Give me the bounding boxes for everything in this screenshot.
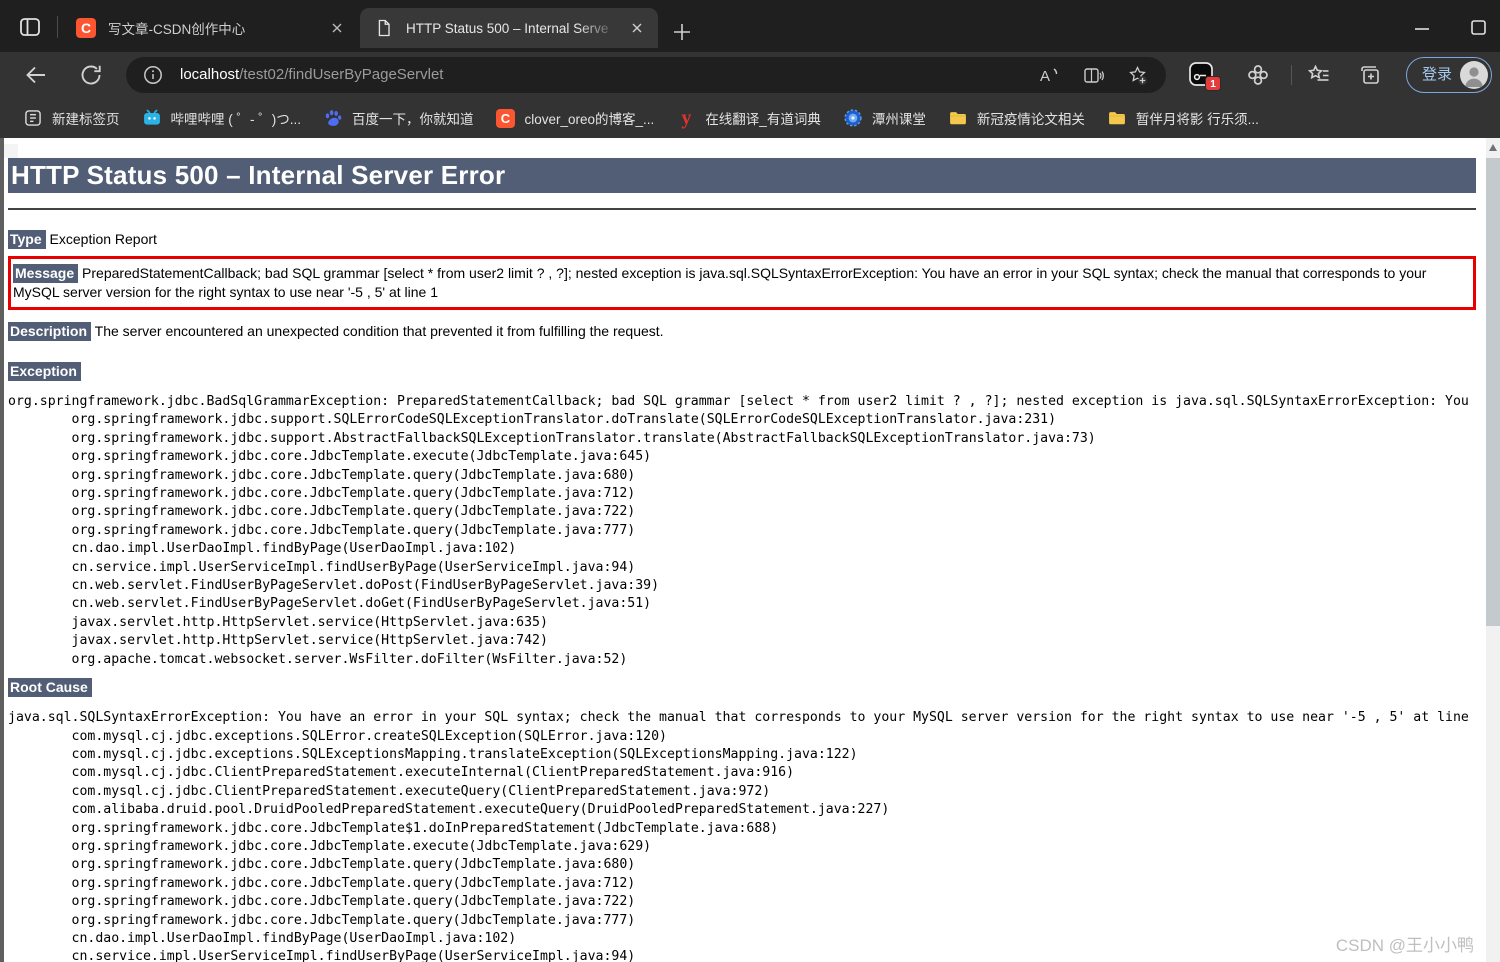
extension-badge: 1 <box>1205 76 1221 91</box>
sign-in-button[interactable]: 登录 <box>1406 57 1492 93</box>
refresh-button[interactable] <box>79 63 103 87</box>
bookmark-label: 新建标签页 <box>52 112 120 127</box>
exception-heading: Exception <box>8 362 1476 381</box>
favorites-icon[interactable] <box>1307 63 1331 87</box>
message-value: PreparedStatementCallback; bad SQL gramm… <box>13 265 1427 300</box>
bookmark-label: 百度一下，你就知道 <box>352 112 474 127</box>
window-edge <box>0 138 4 962</box>
root-cause-stack-trace: java.sql.SQLSyntaxErrorException: You ha… <box>8 710 1469 962</box>
extensions-icon[interactable] <box>1246 63 1270 87</box>
vertical-scrollbar[interactable] <box>1486 138 1500 962</box>
folder-icon <box>948 108 968 128</box>
tab-strip: C 写文章-CSDN创作中心 HTTP Status 500 – Interna… <box>0 0 1500 52</box>
exception-stack-trace: org.springframework.jdbc.BadSqlGrammarEx… <box>8 394 1469 667</box>
bookmark-bilibili[interactable]: 哔哩哔哩 ( ゜- ゜)つ... <box>131 103 313 133</box>
csdn-favicon: C <box>76 18 96 38</box>
bookmark-label: 哔哩哔哩 ( ゜- ゜)つ... <box>170 112 302 127</box>
add-favorite-icon[interactable] <box>1127 65 1148 86</box>
bookmark-csdn-blog[interactable]: C clover_oreo的博客_... <box>485 103 666 133</box>
root-cause-heading: Root Cause <box>8 678 1476 698</box>
tabstrip-divider <box>57 16 58 38</box>
close-icon[interactable] <box>626 17 648 39</box>
bookmark-label: clover_oreo的博客_... <box>524 112 655 127</box>
url-path: /test02/findUserByPageServlet <box>239 66 444 83</box>
tab-csdn-editor[interactable]: C 写文章-CSDN创作中心 <box>62 8 358 48</box>
avatar <box>1460 61 1488 89</box>
divider <box>8 208 1476 210</box>
new-tab-page-icon <box>23 108 43 128</box>
address-bar[interactable]: localhost/test02/findUserByPageServlet A <box>126 57 1166 93</box>
bookmark-tanzhou[interactable]: 潭州课堂 <box>832 103 937 133</box>
sign-in-label: 登录 <box>1422 66 1453 83</box>
bookmark-folder-poem[interactable]: 暂伴月将影 行乐须... <box>1096 103 1270 133</box>
description-label: Description <box>8 322 92 341</box>
bookmark-baidu[interactable]: 百度一下，你就知道 <box>312 103 485 133</box>
baidu-paw-icon <box>323 108 343 128</box>
type-value: Exception Report <box>49 231 157 247</box>
document-icon <box>374 18 394 38</box>
url-host: localhost <box>180 66 240 83</box>
password-extension-icon[interactable]: 1 <box>1188 61 1221 91</box>
minimize-button[interactable] <box>1408 14 1436 40</box>
bookmark-label: 在线翻译_有道词典 <box>705 112 821 127</box>
csdn-icon: C <box>496 108 516 128</box>
new-tab-button[interactable] <box>671 21 693 43</box>
description-row: Description The server encountered an un… <box>8 322 1476 341</box>
workspaces-icon[interactable] <box>18 15 42 39</box>
message-highlight-box: Message PreparedStatementCallback; bad S… <box>8 256 1476 310</box>
scroll-up-arrow-icon[interactable] <box>1489 144 1497 151</box>
error-page: HTTP Status 500 – Internal Server Error … <box>8 138 1476 962</box>
collections-icon[interactable] <box>1358 63 1382 87</box>
bookmark-youdao[interactable]: y 在线翻译_有道词典 <box>665 103 832 133</box>
immersive-reader-icon[interactable] <box>1083 65 1104 86</box>
bookmarks-bar: 新建标签页 哔哩哔哩 ( ゜- ゜)つ... 百度一下，你就知道 C clove… <box>0 98 1500 138</box>
close-icon[interactable] <box>326 17 348 39</box>
navigation-toolbar: localhost/test02/findUserByPageServlet A… <box>0 52 1500 98</box>
bookmark-label: 新冠疫情论文相关 <box>976 112 1085 127</box>
type-row: Type Exception Report <box>8 230 1476 249</box>
message-label: Message <box>13 264 79 283</box>
tanzhou-gear-icon <box>843 108 863 128</box>
maximize-button[interactable] <box>1464 14 1492 40</box>
svg-text:A: A <box>1040 68 1050 85</box>
url-text[interactable]: localhost/test02/findUserByPageServlet <box>180 57 443 93</box>
bookmark-new-tab-page[interactable]: 新建标签页 <box>12 103 131 133</box>
bilibili-icon <box>142 108 162 128</box>
page-content: HTTP Status 500 – Internal Server Error … <box>0 138 1500 962</box>
folder-icon <box>1107 108 1127 128</box>
type-label: Type <box>8 230 46 249</box>
csdn-watermark: CSDN @王小小鸭 <box>1335 936 1474 955</box>
scrollbar-thumb[interactable] <box>1486 158 1500 626</box>
tab-title: 写文章-CSDN创作中心 <box>108 22 246 37</box>
read-aloud-icon[interactable]: A <box>1039 65 1060 86</box>
tab-http-500[interactable]: HTTP Status 500 – Internal Serve <box>360 8 658 48</box>
description-value: The server encountered an unexpected con… <box>94 323 664 339</box>
browser-window: C 写文章-CSDN创作中心 HTTP Status 500 – Interna… <box>0 0 1500 962</box>
youdao-icon: y <box>681 107 692 129</box>
page-title: HTTP Status 500 – Internal Server Error <box>8 158 1476 193</box>
back-button[interactable] <box>24 63 48 87</box>
bookmark-folder-covid-papers[interactable]: 新冠疫情论文相关 <box>937 103 1096 133</box>
site-info-icon[interactable] <box>143 65 163 85</box>
tab-title: HTTP Status 500 – Internal Serve <box>406 20 609 36</box>
bookmark-label: 暂伴月将影 行乐须... <box>1135 112 1259 127</box>
toolbar-divider <box>1291 65 1292 85</box>
bookmark-label: 潭州课堂 <box>871 112 926 127</box>
